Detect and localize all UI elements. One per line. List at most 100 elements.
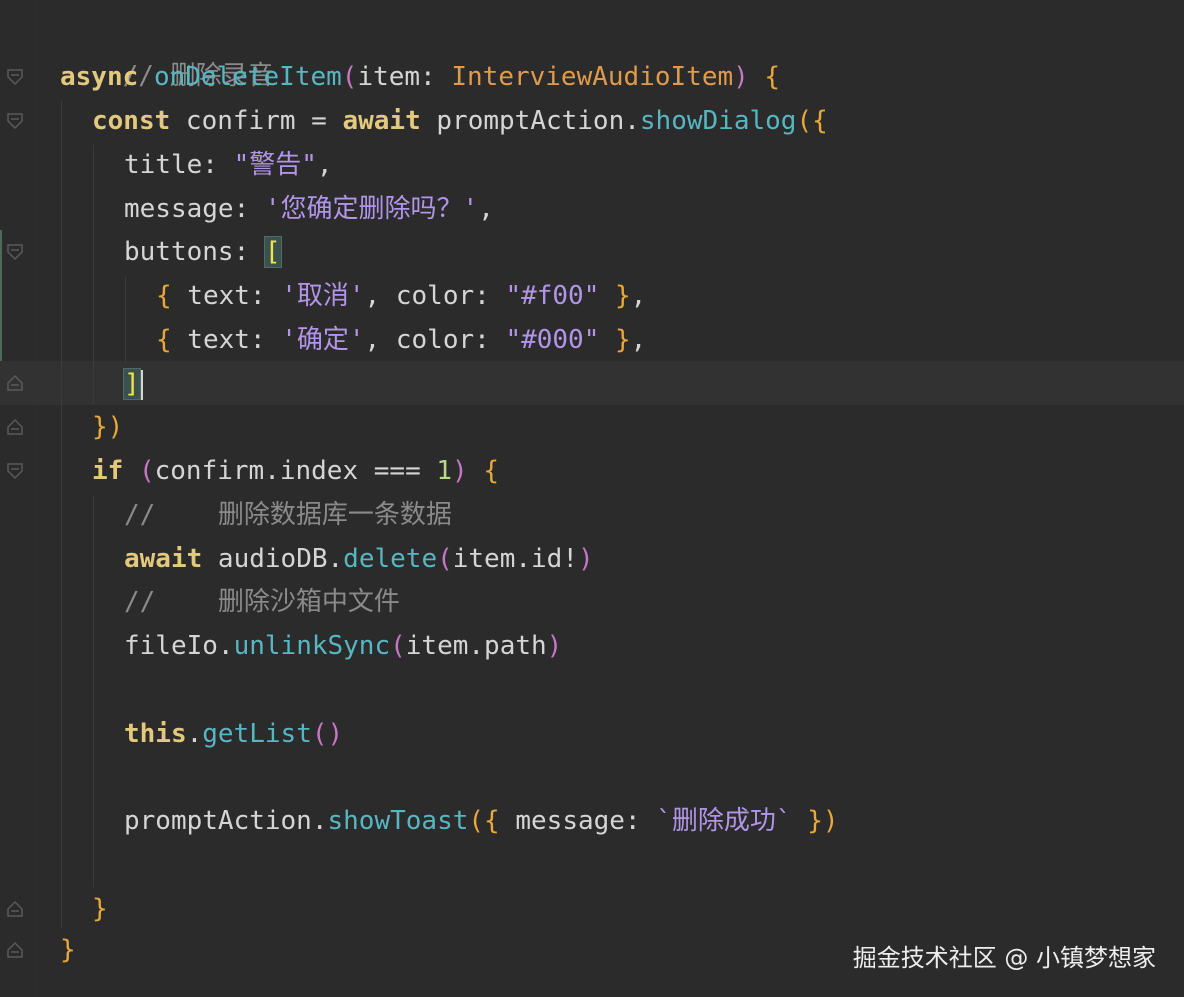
fold-close-icon[interactable] <box>6 941 24 959</box>
fold-open-icon[interactable] <box>6 112 24 130</box>
code-line[interactable]: await audioDB.delete(item.id!) <box>124 539 594 579</box>
template-literal: `删除成功` <box>656 806 792 836</box>
string-literal: '您确定删除吗？' <box>264 194 479 224</box>
code-line[interactable]: { text: '取消', color: "#f00" }, <box>156 276 646 316</box>
brace: } <box>599 325 631 355</box>
comment: // 删除数据库一条数据 <box>124 500 452 530</box>
method-name: delete <box>343 544 438 574</box>
declaration: confirm = <box>170 106 343 136</box>
fold-close-icon[interactable] <box>6 418 24 436</box>
string-literal: "#f00" <box>505 281 600 311</box>
dot: . <box>186 719 203 749</box>
vcs-change-marker[interactable] <box>0 230 2 370</box>
code-line[interactable]: const confirm = await promptAction.showD… <box>92 101 828 141</box>
code-line[interactable]: async onDeleteItem(item: InterviewAudioI… <box>60 57 780 97</box>
fold-open-icon[interactable] <box>6 243 24 261</box>
code-line[interactable]: message: '您确定删除吗？', <box>124 189 494 229</box>
gutter-divider <box>36 0 37 997</box>
keyword-this: this <box>124 719 187 749</box>
brace: } <box>599 281 631 311</box>
indent-guide <box>61 101 62 929</box>
object-ref: fileIo. <box>124 631 234 661</box>
code-line[interactable]: promptAction.showToast({ message: `删除成功`… <box>124 801 839 841</box>
fold-close-icon[interactable] <box>6 900 24 918</box>
code-line[interactable]: { text: '确定', color: "#000" }, <box>156 320 646 360</box>
paren: ( <box>390 631 406 661</box>
brace: ({ <box>796 106 828 136</box>
brace: { <box>748 62 781 92</box>
fold-close-icon[interactable] <box>6 374 24 392</box>
object-ref: promptAction. <box>420 106 640 136</box>
paren: ) <box>452 456 468 486</box>
editor-gutter <box>0 0 36 997</box>
property-key: text: <box>171 325 282 355</box>
keyword-await: await <box>342 106 421 136</box>
method-name: showDialog <box>639 106 797 136</box>
string-literal: "#000" <box>505 325 600 355</box>
string-literal: '确定' <box>281 325 365 355</box>
argument: item.id! <box>452 544 578 574</box>
code-line[interactable]: } <box>92 889 108 929</box>
fold-open-icon[interactable] <box>6 462 24 480</box>
property-key: message: <box>499 806 657 836</box>
keyword-const: const <box>92 106 171 136</box>
text-caret <box>140 369 143 400</box>
brace: } <box>92 894 108 924</box>
function-name: onDeleteItem <box>153 62 342 92</box>
code-line[interactable]: // 删除录音 <box>60 16 274 91</box>
param: item: <box>357 62 452 92</box>
paren: ) <box>577 544 594 574</box>
property-key: text: <box>171 281 282 311</box>
paren: ( <box>341 62 358 92</box>
indent-guide <box>125 276 126 362</box>
brace: { <box>467 456 500 486</box>
property-key: message: <box>124 194 265 224</box>
paren: ) <box>733 62 749 92</box>
property-key: , color: <box>364 325 506 355</box>
brace: }) <box>92 412 124 442</box>
type-name: InterviewAudioItem <box>451 62 734 92</box>
code-line[interactable]: if (confirm.index === 1) { <box>92 451 499 491</box>
matched-bracket: ] <box>123 368 141 400</box>
number-literal: 1 <box>436 456 453 486</box>
method-name: showToast <box>327 806 469 836</box>
method-name: unlinkSync <box>233 631 391 661</box>
code-line[interactable]: buttons: [ <box>124 232 282 272</box>
code-line[interactable]: this.getList() <box>124 714 343 754</box>
brace: { <box>156 281 172 311</box>
watermark: 掘金技术社区 @ 小镇梦想家 <box>852 944 1156 972</box>
indent-guide <box>93 145 94 405</box>
comment: // 删除沙箱中文件 <box>124 587 400 617</box>
code-line[interactable]: ] <box>123 364 143 404</box>
fold-open-icon[interactable] <box>6 68 24 86</box>
paren: () <box>311 719 344 749</box>
code-line[interactable]: // 删除沙箱中文件 <box>124 582 400 622</box>
matched-bracket: [ <box>263 236 282 268</box>
brace: ({ <box>468 806 500 836</box>
method-name: getList <box>202 719 312 749</box>
current-line-highlight <box>0 361 1184 405</box>
keyword-await: await <box>124 544 203 574</box>
code-editor[interactable]: // 删除录音 async onDeleteItem(item: Intervi… <box>0 0 1184 997</box>
brace: { <box>156 325 172 355</box>
paren: ) <box>546 631 563 661</box>
paren: ( <box>123 456 155 486</box>
code-line[interactable]: fileIo.unlinkSync(item.path) <box>124 626 562 666</box>
paren: ( <box>437 544 453 574</box>
indent-guide <box>93 495 94 887</box>
property-key: buttons: <box>124 237 265 267</box>
code-line[interactable]: // 删除数据库一条数据 <box>124 495 452 535</box>
object-ref: promptAction. <box>124 806 328 836</box>
property-key: , color: <box>364 281 506 311</box>
comma: , <box>630 281 647 311</box>
code-line[interactable]: }) <box>92 407 123 447</box>
brace: }) <box>791 806 839 836</box>
comma: , <box>316 150 333 180</box>
comma: , <box>478 194 494 224</box>
string-literal: "警告" <box>233 150 317 180</box>
condition: confirm.index === <box>154 456 437 486</box>
argument: item.path <box>405 631 547 661</box>
string-literal: '取消' <box>281 281 365 311</box>
code-line[interactable]: title: "警告", <box>124 145 333 185</box>
code-line[interactable]: } <box>60 930 76 970</box>
